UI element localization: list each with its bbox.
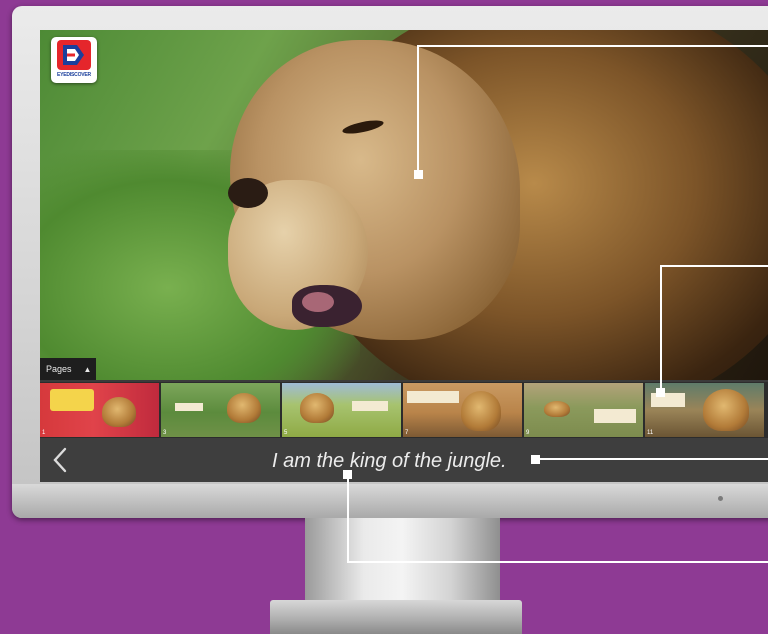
lion-nose [228,178,268,208]
page-photo-lion: EYEDISCOVER [40,30,768,380]
ebook-screen: EYEDISCOVER Pages ▲ 1 3 5 7 9 11 I am th… [40,30,768,482]
page-thumbnail[interactable]: 1 [40,383,159,437]
callout-line-thumbs-h [660,265,768,267]
chevron-left-icon [53,447,67,473]
page-number: 3 [163,430,167,436]
page-text-box [594,409,636,423]
callout-line-photo-v [417,45,419,175]
page-thumbnail[interactable]: 3 [161,383,280,437]
pages-toggle-button[interactable]: Pages ▲ [40,358,96,380]
thumb-lion [703,389,749,431]
power-indicator [718,496,723,501]
caption-bar: I am the king of the jungle. [40,438,768,482]
previous-page-button[interactable] [48,446,72,474]
monitor-stand-neck [305,518,500,610]
callout-line-thumbs-v [660,265,662,393]
page-number: 11 [647,430,654,436]
page-number: 7 [405,430,409,436]
page-text-box [352,401,388,411]
page-number: 1 [42,430,46,436]
thumb-lioness [544,401,570,417]
thumb-lion [300,393,334,423]
page-thumbnail[interactable]: 5 [282,383,401,437]
page-thumbnail[interactable]: 9 [524,383,643,437]
page-text-box [175,403,203,411]
callout-dot-word [343,470,352,479]
monitor-stand-base [270,600,522,634]
callout-line-word-v [347,475,349,563]
callout-line-word-h [347,561,768,563]
page-number: 5 [284,430,288,436]
monitor-chin [12,484,768,518]
page-caption: I am the king of the jungle. [272,450,507,472]
thumb-lion [227,393,261,423]
page-thumbnail[interactable]: 7 [403,383,522,437]
cover-title-badge [50,389,94,411]
callout-dot-photo [414,170,423,179]
eyediscover-logo-mark [57,40,91,70]
callout-dot-thumbs [656,388,665,397]
eyediscover-logo-text: EYEDISCOVER [57,72,91,78]
page-number: 9 [526,430,530,436]
page-text-box [407,391,459,403]
callout-line-photo-h [417,45,768,47]
chevron-up-icon: ▲ [83,364,92,374]
cover-lion [102,397,136,427]
eyediscover-logo[interactable]: EYEDISCOVER [51,37,97,83]
lion-tongue [302,292,334,312]
callout-dot-caption [531,455,540,464]
thumb-lion-roaring [461,391,501,431]
pages-toggle-label: Pages [46,364,72,374]
callout-line-caption [536,458,768,460]
